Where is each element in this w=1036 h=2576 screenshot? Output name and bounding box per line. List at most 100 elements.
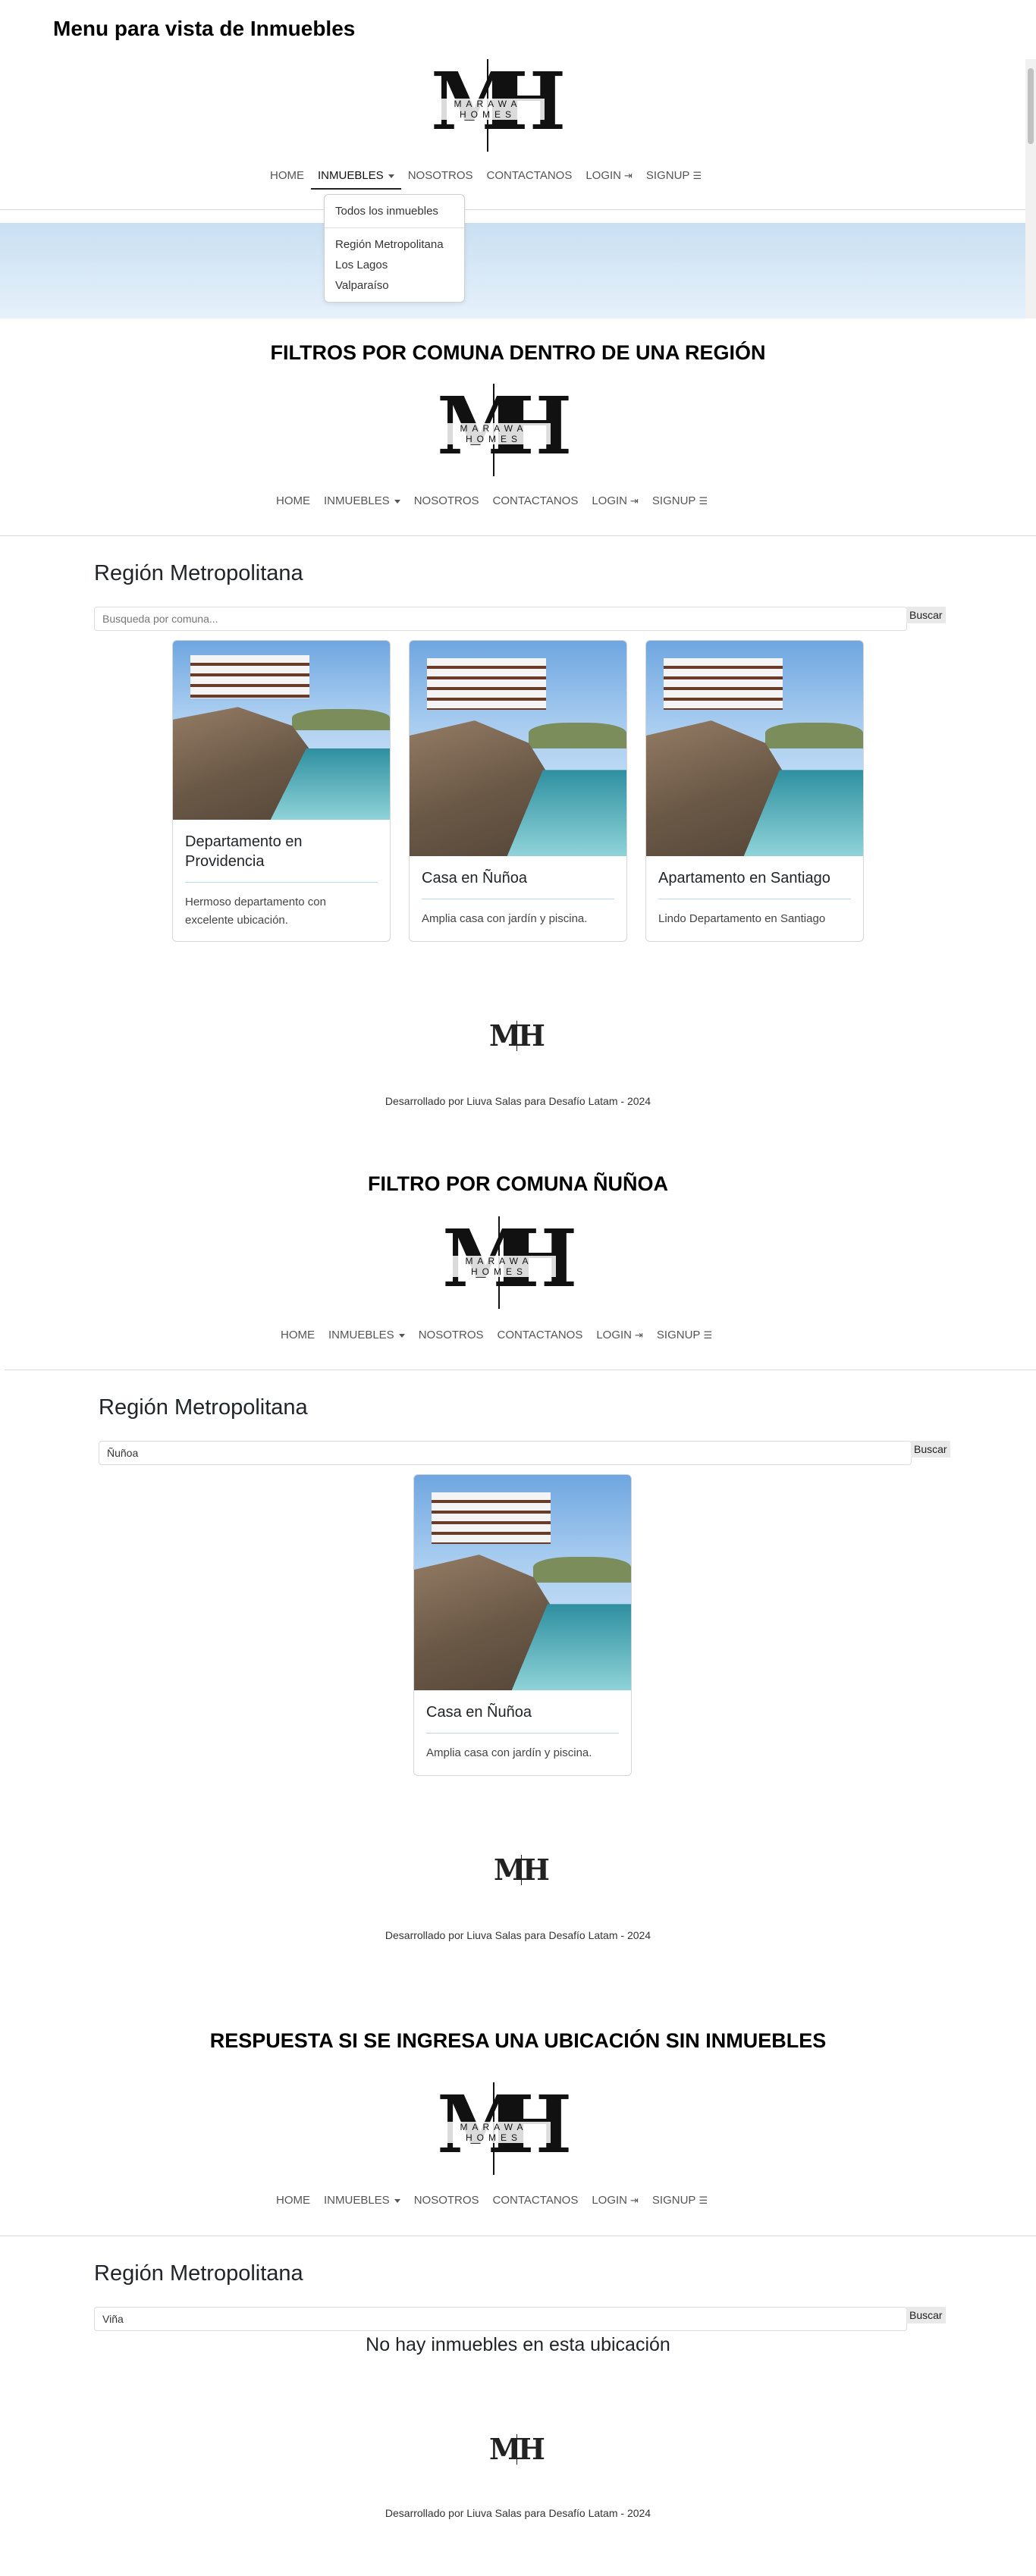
caret-down-icon (394, 499, 400, 504)
nav-inmuebles[interactable]: INMUEBLES (317, 2188, 407, 2213)
logo-brand-text: MARAWA HOMES (437, 423, 551, 444)
footer-text: Desarrollado por Liuva Salas para Desafí… (385, 2507, 651, 2519)
dropdown-item-all[interactable]: Todos los inmuebles (325, 201, 464, 221)
footer-logo: M H (489, 2434, 547, 2465)
search-button[interactable]: Buscar (906, 607, 946, 623)
region-title: Región Metropolitana (94, 561, 303, 585)
footer-text: Desarrollado por Liuva Salas para Desafí… (385, 1095, 651, 1107)
search-button[interactable]: Buscar (906, 2307, 946, 2323)
nav-signup-label: SIGNUP (651, 494, 696, 507)
nav-contactanos[interactable]: CONTACTANOS (486, 488, 585, 513)
card-title: Departamento en Providencia (185, 832, 378, 883)
search-input[interactable] (94, 2307, 907, 2331)
brand-logo[interactable]: M H MARAWA HOMES (437, 2082, 572, 2175)
signup-icon: ☰ (699, 2195, 708, 2206)
login-icon: ⇥ (630, 495, 639, 507)
nav-nosotros[interactable]: NOSOTROS (407, 488, 486, 513)
nav-inmuebles-label: INMUEBLES (324, 494, 390, 507)
brand-logo[interactable]: M H MARAWA HOMES (431, 59, 566, 152)
section-title: FILTROS POR COMUNA DENTRO DE UNA REGIÓN (270, 341, 766, 364)
footer-logo: M H (489, 1021, 547, 1051)
login-icon: ⇥ (635, 1329, 643, 1341)
nav-signup[interactable]: SIGNUP ☰ (650, 1323, 719, 1348)
logo-divider (521, 1855, 522, 1885)
nav-login[interactable]: LOGIN ⇥ (589, 1323, 650, 1348)
page-heading: Menu para vista de Inmuebles (53, 17, 356, 40)
hero-banner (0, 223, 1025, 318)
main-nav: HOME INMUEBLES NOSOTROS CONTACTANOS LOGI… (269, 488, 714, 513)
property-image (414, 1475, 631, 1690)
nav-contactanos[interactable]: CONTACTANOS (486, 2188, 585, 2213)
region-title: Región Metropolitana (99, 1395, 308, 1420)
dropdown-item-region[interactable]: Los Lagos (325, 255, 464, 275)
card-text: Amplia casa con jardín y piscina. (422, 912, 588, 925)
nav-inmuebles[interactable]: INMUEBLES (322, 1323, 412, 1348)
card-text: Amplia casa con jardín y piscina. (426, 1746, 592, 1759)
card-text: Hermoso departamento con excelente ubica… (185, 896, 326, 927)
logo-brand-text: MARAWA HOMES (437, 2122, 551, 2143)
nav-inmuebles-label: INMUEBLES (324, 2194, 390, 2207)
region-title: Región Metropolitana (94, 2261, 303, 2286)
nav-inmuebles-label: INMUEBLES (318, 169, 384, 182)
property-card[interactable]: Casa en Ñuñoa Amplia casa con jardín y p… (409, 640, 627, 942)
nav-nosotros[interactable]: NOSOTROS (412, 1323, 491, 1348)
dropdown-divider (325, 227, 464, 228)
nav-contactanos[interactable]: CONTACTANOS (480, 163, 579, 190)
caret-down-icon (394, 2198, 400, 2203)
scrollbar-thumb[interactable] (1028, 68, 1034, 144)
nav-signup[interactable]: SIGNUP ☰ (645, 2188, 714, 2213)
login-icon: ⇥ (630, 2195, 639, 2206)
logo-letter-h: H (518, 1018, 545, 1053)
nav-home[interactable]: HOME (269, 2188, 317, 2213)
property-card[interactable]: Casa en Ñuñoa Amplia casa con jardín y p… (413, 1474, 632, 1776)
nav-signup[interactable]: SIGNUP ☰ (645, 488, 714, 513)
nav-login-label: LOGIN (585, 169, 622, 182)
nav-inmuebles[interactable]: INMUEBLES (317, 488, 407, 513)
main-nav: HOME INMUEBLES NOSOTROS CONTACTANOS LOGI… (274, 1323, 719, 1348)
logo-brand-text: MARAWA HOMES (431, 99, 545, 120)
logo-divider (516, 1021, 517, 1051)
nav-divider (0, 535, 1036, 536)
search-input[interactable] (94, 607, 907, 631)
nav-contactanos[interactable]: CONTACTANOS (491, 1323, 590, 1348)
property-image (410, 641, 626, 856)
dropdown-item-region[interactable]: Región Metropolitana (325, 234, 464, 255)
nav-inmuebles[interactable]: INMUEBLES (311, 163, 401, 190)
card-text: Lindo Departamento en Santiago (658, 912, 826, 925)
brand-logo[interactable]: M H MARAWA HOMES (437, 384, 572, 476)
nav-login-label: LOGIN (592, 494, 628, 507)
nav-login-label: LOGIN (592, 2194, 628, 2207)
dropdown-item-region[interactable]: Valparaíso (325, 275, 464, 296)
nav-signup-label: SIGNUP (645, 169, 690, 182)
caret-down-icon (388, 174, 394, 178)
main-nav: HOME INMUEBLES NOSOTROS CONTACTANOS LOGI… (263, 163, 708, 190)
logo-letter-h: H (518, 2432, 545, 2466)
property-image (173, 641, 390, 820)
nav-login[interactable]: LOGIN ⇥ (585, 488, 645, 513)
brand-logo[interactable]: M H MARAWA HOMES (442, 1216, 577, 1309)
footer-text: Desarrollado por Liuva Salas para Desafí… (385, 1929, 651, 1941)
nav-signup-label: SIGNUP (656, 1329, 701, 1341)
nav-nosotros[interactable]: NOSOTROS (401, 163, 480, 190)
nav-login[interactable]: LOGIN ⇥ (585, 2188, 645, 2213)
nav-home[interactable]: HOME (269, 488, 317, 513)
property-image (646, 641, 863, 856)
nav-signup[interactable]: SIGNUP ☰ (639, 163, 708, 190)
property-card[interactable]: Departamento en Providencia Hermoso depa… (172, 640, 391, 942)
empty-results-message: No hay inmuebles en esta ubicación (366, 2334, 670, 2355)
nav-login[interactable]: LOGIN ⇥ (579, 163, 639, 190)
search-button[interactable]: Buscar (911, 1441, 950, 1457)
card-title: Casa en Ñuñoa (422, 868, 614, 899)
nav-home[interactable]: HOME (263, 163, 311, 190)
nav-inmuebles-label: INMUEBLES (328, 1329, 394, 1341)
search-input[interactable] (99, 1441, 912, 1465)
signup-icon: ☰ (699, 495, 708, 507)
logo-brand-text: MARAWA HOMES (442, 1256, 556, 1277)
property-card[interactable]: Apartamento en Santiago Lindo Departamen… (645, 640, 864, 942)
card-title: Casa en Ñuñoa (426, 1702, 619, 1734)
nav-home[interactable]: HOME (274, 1323, 322, 1348)
footer-logo: M H (494, 1855, 551, 1885)
card-title: Apartamento en Santiago (658, 868, 851, 899)
caret-down-icon (398, 1333, 405, 1338)
nav-nosotros[interactable]: NOSOTROS (407, 2188, 486, 2213)
